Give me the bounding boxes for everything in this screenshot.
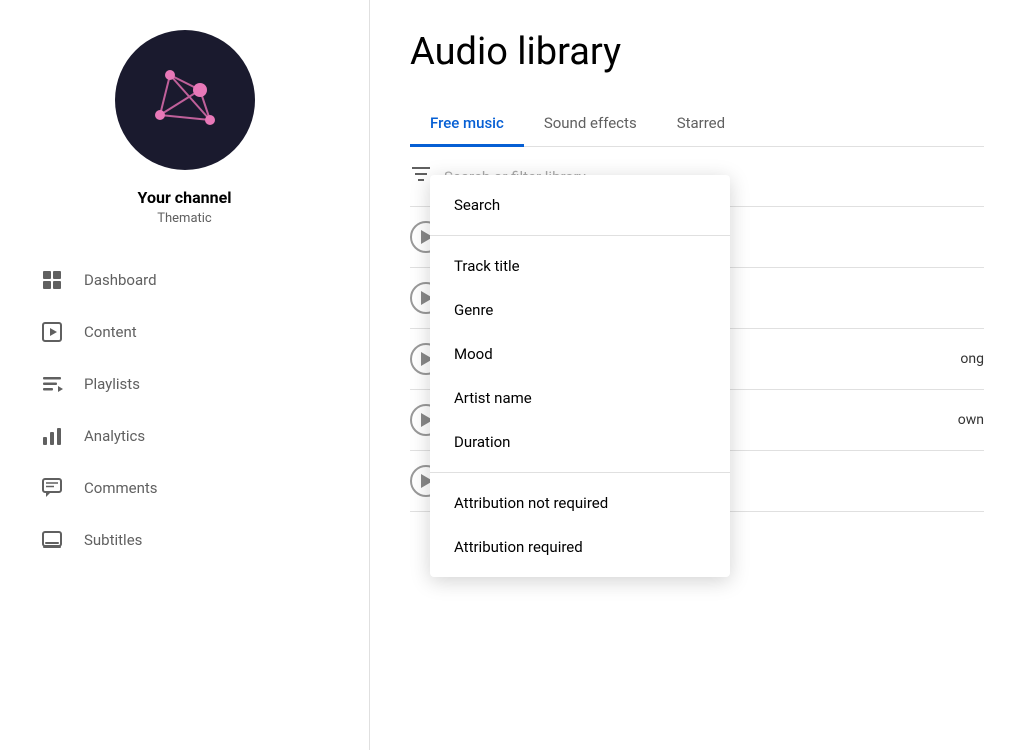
sidebar-item-dashboard[interactable]: Dashboard (0, 254, 369, 306)
lines-icon (40, 372, 64, 396)
dropdown-item-attribution-required[interactable]: Attribution required (430, 525, 730, 569)
sidebar-item-label-dashboard: Dashboard (84, 271, 157, 289)
dropdown-item-mood[interactable]: Mood (430, 332, 730, 376)
dropdown-item-search[interactable]: Search (430, 183, 730, 227)
dropdown-item-duration[interactable]: Duration (430, 420, 730, 464)
play-square-icon (40, 320, 64, 344)
sidebar-item-content[interactable]: Content (0, 306, 369, 358)
channel-name: Your channel (138, 188, 232, 207)
tab-bar: Free music Sound effects Starred (410, 102, 984, 147)
dropdown-item-track-title[interactable]: Track title (430, 244, 730, 288)
dropdown-item-attribution-not-required[interactable]: Attribution not required (430, 481, 730, 525)
sidebar-item-comments[interactable]: Comments (0, 462, 369, 514)
main-content: Audio library Free music Sound effects S… (370, 0, 1024, 750)
tab-starred[interactable]: Starred (657, 102, 745, 147)
sidebar-item-label-playlists: Playlists (84, 375, 140, 393)
grid-icon (40, 268, 64, 292)
sidebar-item-label-comments: Comments (84, 479, 158, 497)
dropdown-item-artist-name[interactable]: Artist name (430, 376, 730, 420)
sidebar-item-analytics[interactable]: Analytics (0, 410, 369, 462)
sidebar-item-label-content: Content (84, 323, 137, 341)
dropdown-divider-2 (430, 472, 730, 473)
tab-free-music[interactable]: Free music (410, 102, 524, 147)
sidebar-item-label-subtitles: Subtitles (84, 531, 142, 549)
page-title: Audio library (410, 30, 984, 74)
channel-subtitle: Thematic (157, 211, 212, 226)
sidebar-item-playlists[interactable]: Playlists (0, 358, 369, 410)
dropdown-item-genre[interactable]: Genre (430, 288, 730, 332)
nav-list: Dashboard Content Playlists (0, 254, 369, 566)
avatar (115, 30, 255, 170)
comment-icon (40, 476, 64, 500)
tab-sound-effects[interactable]: Sound effects (524, 102, 657, 147)
sidebar-item-label-analytics: Analytics (84, 427, 145, 445)
dropdown-divider-1 (430, 235, 730, 236)
subtitles-icon (40, 528, 64, 552)
bar-chart-icon (40, 424, 64, 448)
sidebar: Your channel Thematic Dashboard Con (0, 0, 370, 750)
filter-dropdown: Search Track title Genre Mood Artist nam… (430, 175, 730, 577)
filter-icon (410, 163, 432, 190)
sidebar-item-subtitles[interactable]: Subtitles (0, 514, 369, 566)
